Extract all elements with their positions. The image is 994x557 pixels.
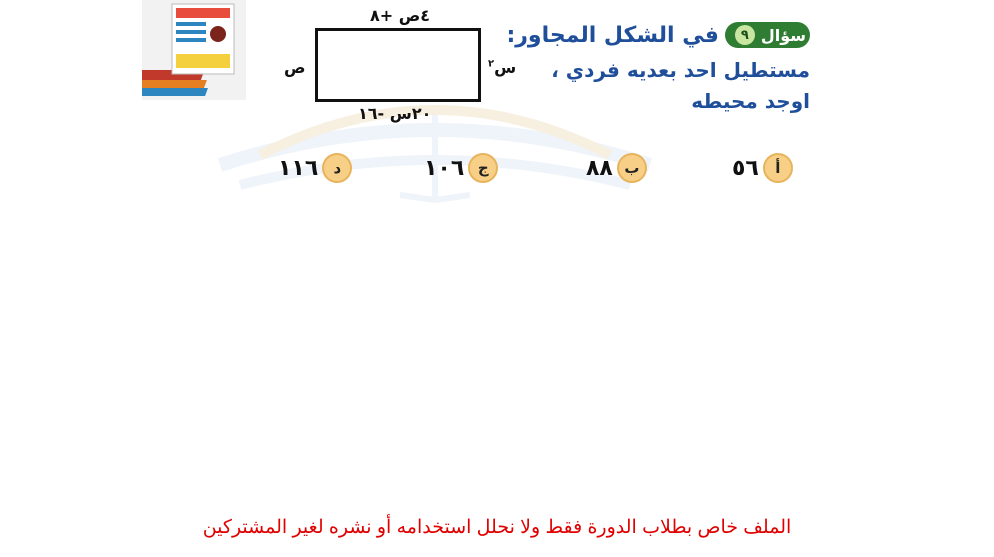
books-image	[142, 0, 246, 100]
question-badge-label: سؤال	[760, 25, 806, 45]
right-side-label-base: س	[494, 58, 517, 77]
option-c-letter: ج	[468, 153, 499, 183]
question-badge: سؤال ٩	[724, 22, 810, 48]
question-line-3: اوجد محيطه	[691, 89, 810, 113]
option-b-value: ٨٨	[586, 155, 613, 181]
question-number: ٩	[734, 25, 755, 45]
option-c-value: ١٠٦	[424, 155, 465, 181]
option-d[interactable]: د ١١٦	[278, 152, 353, 184]
footer-notice: الملف خاص بطلاب الدورة فقط ولا نحلل استخ…	[202, 517, 792, 538]
option-a[interactable]: أ ٥٦	[732, 152, 793, 184]
option-d-letter: د	[322, 153, 353, 183]
rectangle-figure	[315, 28, 481, 102]
left-side-label: ص	[284, 58, 306, 77]
option-a-value: ٥٦	[732, 155, 759, 181]
option-c[interactable]: ج ١٠٦	[424, 152, 499, 184]
question-title: في الشكل المجاور:	[506, 22, 719, 48]
option-b[interactable]: ب ٨٨	[586, 152, 647, 184]
right-side-label: س٢	[488, 58, 516, 77]
option-a-letter: أ	[762, 153, 793, 183]
top-side-label: ٤ص +٨	[370, 6, 431, 25]
question-header: سؤال ٩ في الشكل المجاور:	[506, 22, 810, 48]
option-b-letter: ب	[616, 153, 647, 183]
bottom-side-label: ٢٠س -١٦	[358, 104, 432, 123]
option-d-value: ١١٦	[278, 155, 319, 181]
question-line-2: مستطيل احد بعديه فردي ،	[551, 58, 810, 82]
